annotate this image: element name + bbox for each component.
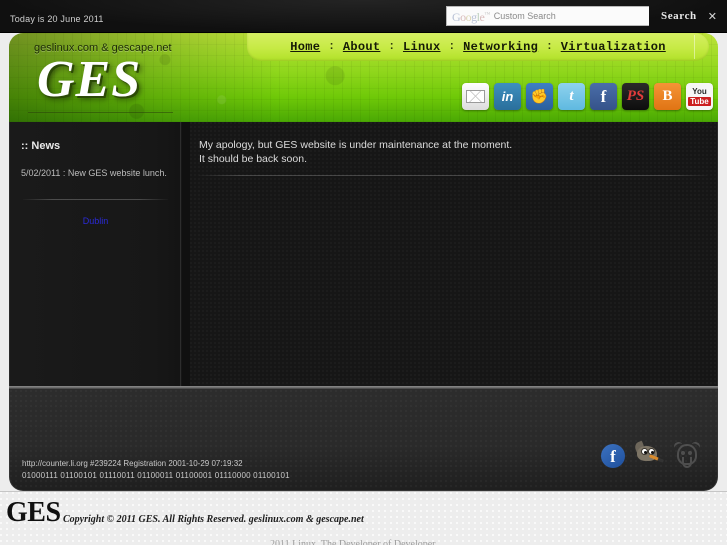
envelope-shape bbox=[466, 90, 485, 103]
google-logo: Google™ bbox=[452, 9, 490, 23]
sidebar: :: News 5/02/2011 : New GES website lunc… bbox=[10, 122, 181, 386]
content-divider bbox=[199, 175, 707, 176]
gnu-eye-left bbox=[681, 451, 685, 455]
nav-separator: : bbox=[328, 41, 335, 53]
counter-info: http://counter.li.org #239224 Registrati… bbox=[22, 458, 290, 482]
site-footer: http://counter.li.org #239224 Registrati… bbox=[9, 390, 718, 491]
nav-separator: : bbox=[448, 41, 456, 53]
facebook-icon[interactable]: f bbox=[590, 83, 617, 110]
fedora-logo[interactable]: f bbox=[601, 444, 625, 468]
twitter-icon[interactable]: t bbox=[558, 83, 585, 110]
maintenance-line-1: My apology, but GES website is under mai… bbox=[199, 139, 513, 151]
google-logo-tm: ™ bbox=[484, 12, 490, 18]
gnu-logo[interactable] bbox=[672, 440, 702, 469]
search-button[interactable]: Search bbox=[649, 6, 706, 26]
news-list-item: 5/02/2011 : New GES website lunch. bbox=[21, 168, 167, 178]
nav-separator: : bbox=[546, 41, 553, 53]
google-logo-g1: G bbox=[451, 10, 461, 24]
page-root: Today is 20 June 2011 Google™ Custom Sea… bbox=[0, 0, 727, 545]
social-links: in ✊ t f PS B You Tube bbox=[462, 83, 713, 110]
search-input[interactable]: Google™ Custom Search bbox=[445, 6, 649, 26]
nav-item-linux[interactable]: Linux bbox=[397, 40, 447, 54]
close-icon[interactable]: ✕ bbox=[706, 6, 721, 26]
copyright-text: Copyright © 2011 GES. All Rights Reserve… bbox=[63, 514, 364, 525]
nav-item-about[interactable]: About bbox=[337, 40, 387, 54]
bottom-cut-text: 2011 Linux. The Developer of Developer bbox=[270, 539, 436, 545]
nav-right-divider bbox=[694, 35, 695, 59]
youtube-tube-text: Tube bbox=[688, 96, 711, 106]
counter-binary-line: 01000111 01100101 01110011 01100011 0110… bbox=[22, 471, 290, 480]
site-logo[interactable]: GES bbox=[37, 54, 141, 106]
bottom-bar: GES Copyright © 2011 GES. All Rights Res… bbox=[0, 491, 727, 545]
blogger-icon[interactable]: B bbox=[654, 83, 681, 110]
youtube-icon[interactable]: You Tube bbox=[686, 83, 713, 110]
playstation-icon[interactable]: PS bbox=[622, 83, 649, 110]
nav-item-networking[interactable]: Networking bbox=[457, 40, 544, 54]
nav-item-home[interactable]: Home bbox=[284, 40, 326, 54]
sidebar-divider bbox=[23, 199, 168, 200]
main-navigation: Home : About : Linux : Networking : Virt… bbox=[247, 33, 709, 61]
sidebar-gutter bbox=[182, 122, 190, 386]
linkedin-icon[interactable]: in bbox=[494, 83, 521, 110]
sidebar-link-dublin[interactable]: Dublin bbox=[10, 216, 181, 226]
gnu-eye-right bbox=[688, 451, 692, 455]
youtube-you-text: You bbox=[692, 86, 707, 96]
footer-logos: f bbox=[601, 440, 702, 469]
search-placeholder-label: Custom Search bbox=[493, 11, 556, 21]
myspace-icon[interactable]: ✊ bbox=[526, 83, 553, 110]
today-date-label: Today is 20 June 2011 bbox=[10, 14, 104, 24]
news-heading: :: News bbox=[21, 140, 61, 152]
counter-registration-line: http://counter.li.org #239224 Registrati… bbox=[22, 459, 243, 468]
gimp-eye-left bbox=[641, 448, 648, 455]
top-bar: Today is 20 June 2011 Google™ Custom Sea… bbox=[0, 0, 727, 33]
search-area: Google™ Custom Search Search ✕ bbox=[445, 6, 721, 26]
gnu-beard-shape bbox=[682, 457, 692, 468]
nav-item-virtualization[interactable]: Virtualization bbox=[555, 40, 672, 54]
email-icon[interactable] bbox=[462, 83, 489, 110]
nav-separator: : bbox=[388, 41, 395, 53]
main-content: My apology, but GES website is under mai… bbox=[190, 122, 717, 386]
bottom-logo: GES bbox=[6, 497, 61, 528]
body-panel: :: News 5/02/2011 : New GES website lunc… bbox=[9, 122, 718, 386]
header-divider bbox=[28, 112, 173, 113]
maintenance-line-2: It should be back soon. bbox=[199, 153, 307, 165]
gimp-logo[interactable] bbox=[633, 440, 665, 468]
